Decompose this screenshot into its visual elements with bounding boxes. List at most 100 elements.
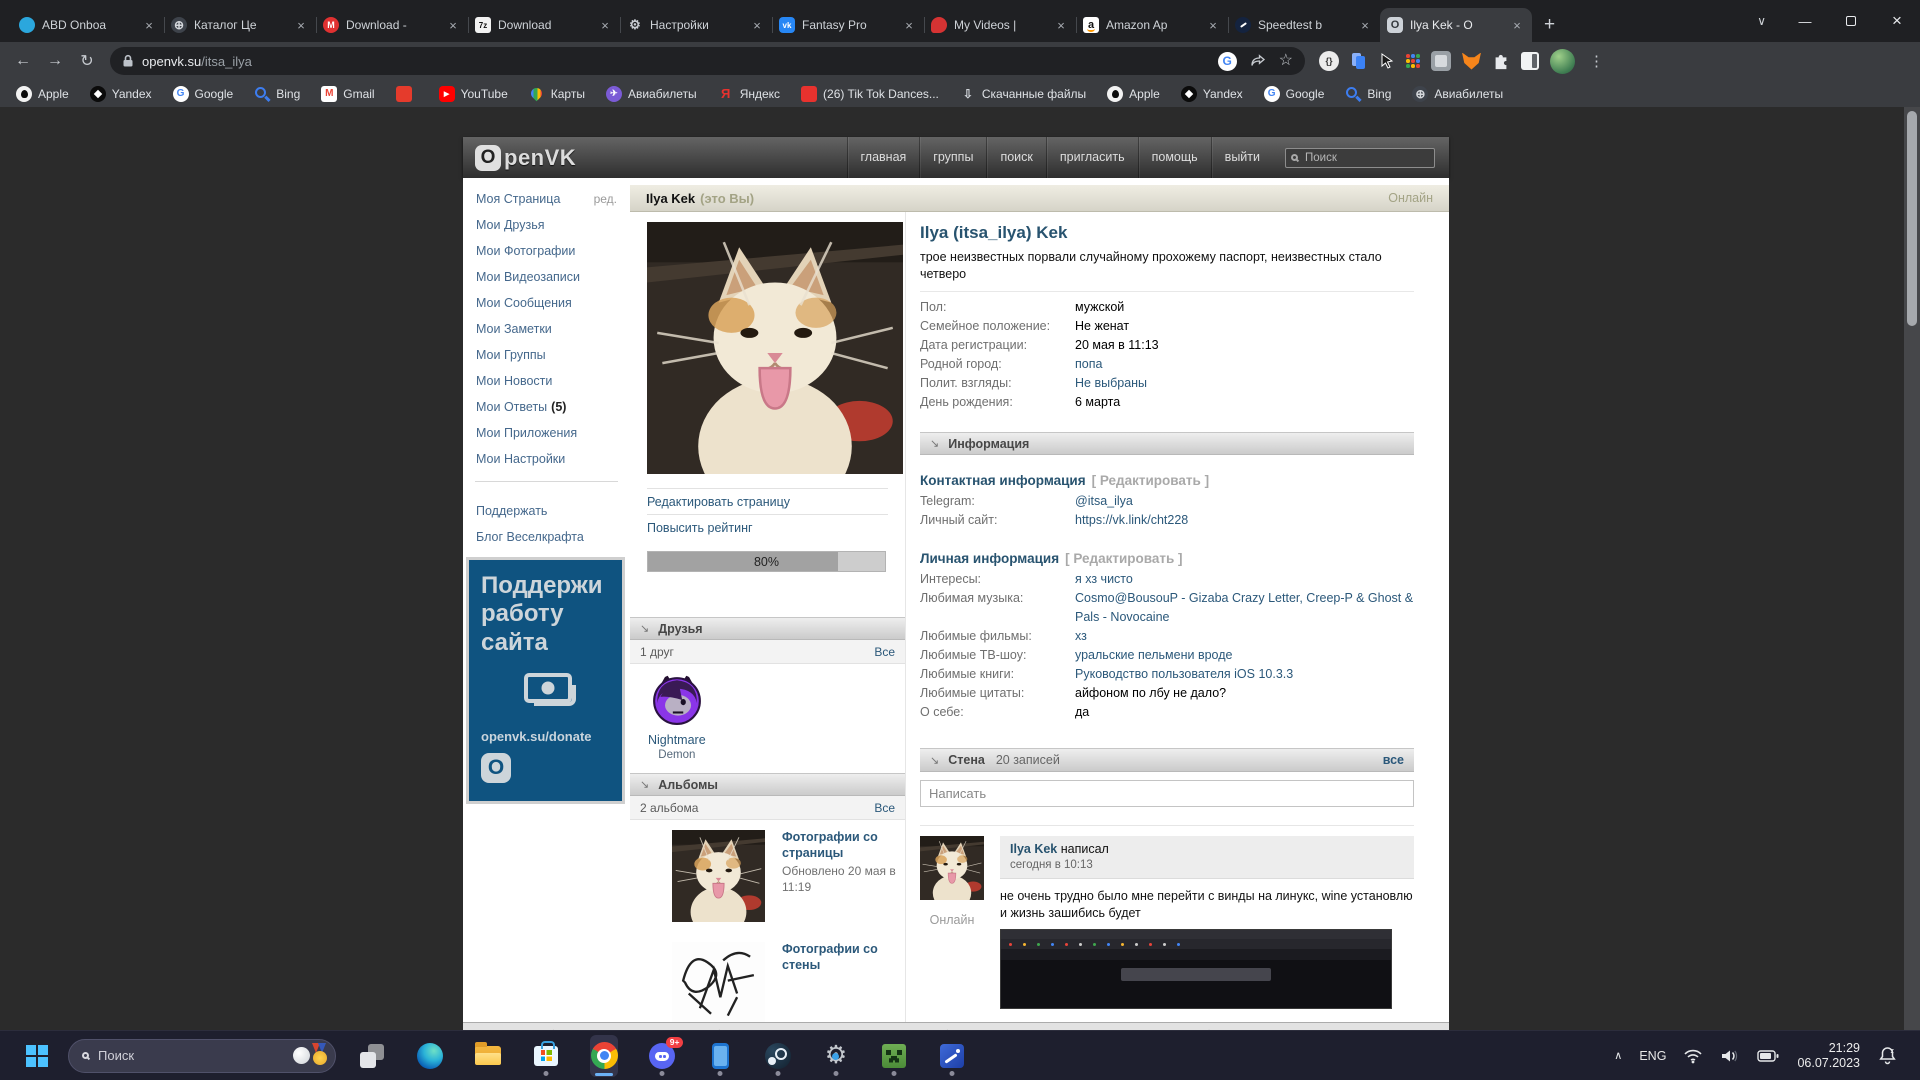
album-thumbnail[interactable] [672, 942, 765, 1030]
volume-icon[interactable] [1720, 1048, 1740, 1064]
browser-tab[interactable]: Настройки [620, 8, 772, 42]
tab-close-icon[interactable] [1053, 17, 1069, 33]
bookmark-item[interactable]: Яндекс [718, 86, 780, 102]
friend-name-link[interactable]: Nightmare [648, 733, 706, 747]
openvk-nav-item[interactable]: главная [847, 137, 920, 178]
bookmark-item[interactable]: Карты [529, 86, 585, 102]
sidebar-menu-item[interactable]: Мои Друзья [463, 212, 630, 238]
edit-page-link[interactable]: Редактировать страницу [647, 488, 888, 514]
tab-close-icon[interactable] [749, 17, 765, 33]
taskbar-clock[interactable]: 21:29 06.07.2023 [1797, 1041, 1860, 1071]
openvk-search-input[interactable] [1303, 151, 1429, 165]
bookmark-item[interactable]: Apple [16, 86, 69, 102]
sidebar-menu-item[interactable]: Мои Фотографии [463, 238, 630, 264]
sidebar-menu-item[interactable]: Мои Приложения [463, 420, 630, 446]
browser-tab[interactable]: Amazon Ap [1076, 8, 1228, 42]
album-thumbnail[interactable] [672, 830, 765, 922]
bookmark-item[interactable]: YouTube [439, 86, 508, 102]
phone-link-app-icon[interactable] [706, 1035, 734, 1077]
wifi-icon[interactable] [1683, 1048, 1703, 1064]
wall-composer-input[interactable] [920, 780, 1414, 807]
file-explorer-app-icon[interactable] [474, 1035, 502, 1077]
tab-close-icon[interactable] [1509, 17, 1525, 33]
close-button[interactable]: × [1874, 0, 1920, 42]
sidebar-item-note[interactable]: ред. [594, 186, 617, 212]
information-section-header[interactable]: ↘ Информация [920, 432, 1414, 455]
browser-tab[interactable]: Fantasy Pro [772, 8, 924, 42]
info-value[interactable]: хз [1075, 627, 1087, 646]
back-button[interactable]: ← [8, 46, 38, 76]
lock-icon[interactable] [122, 54, 134, 68]
openvk-nav-item[interactable]: пригласить [1046, 137, 1138, 178]
microsoft-store-app-icon[interactable] [532, 1035, 560, 1077]
albums-all-link[interactable]: Все [874, 801, 895, 815]
notification-bell-icon[interactable]: z [1877, 1046, 1898, 1066]
info-value[interactable]: https://vk.link/cht228 [1075, 511, 1188, 530]
bookmark-item[interactable]: Gmail [321, 86, 374, 102]
bookmark-star-icon[interactable]: ☆ [1279, 53, 1293, 69]
detail-value[interactable]: Не выбраны [1075, 374, 1147, 393]
detail-value[interactable]: попа [1075, 355, 1102, 374]
sidebar-menu-item[interactable]: Мои Настройки [463, 446, 630, 472]
edge-app-icon[interactable] [416, 1035, 444, 1077]
battery-icon[interactable] [1757, 1049, 1780, 1063]
openvk-nav-item[interactable]: помощь [1138, 137, 1211, 178]
browser-tab[interactable]: ABD Onboa [12, 8, 164, 42]
bookmark-item[interactable] [396, 86, 418, 102]
share-icon[interactable] [1249, 52, 1267, 70]
forward-button[interactable]: → [40, 46, 70, 76]
browser-tab[interactable]: Ilya Kek - O [1380, 8, 1532, 42]
bookmark-item[interactable]: Yandex [1181, 86, 1243, 102]
userscript-extension-icon[interactable] [1319, 51, 1339, 71]
bookmark-item[interactable]: Apple [1107, 86, 1160, 102]
side-panel-icon[interactable] [1521, 52, 1539, 70]
reload-button[interactable]: ↻ [72, 46, 102, 76]
minimize-button[interactable]: — [1782, 0, 1828, 42]
bookmark-item[interactable]: Bing [254, 86, 300, 102]
taskbar-search-box[interactable]: Поиск [68, 1039, 336, 1073]
post-attachment-image[interactable] [1000, 929, 1392, 1009]
google-icon[interactable]: G [1218, 52, 1237, 71]
bookmark-item[interactable]: Google [173, 86, 234, 102]
profile-photo[interactable] [647, 222, 903, 474]
profile-avatar[interactable] [1550, 49, 1575, 74]
bookmark-item[interactable]: Скачанные файлы [960, 86, 1086, 102]
browser-tab[interactable]: Speedtest b [1228, 8, 1380, 42]
openvk-nav-item[interactable]: поиск [986, 137, 1045, 178]
settings-app-icon[interactable] [822, 1035, 850, 1077]
tab-close-icon[interactable] [1205, 17, 1221, 33]
discord-app-icon[interactable]: 9+ [648, 1035, 676, 1077]
daily-highlight-icon[interactable] [293, 1042, 329, 1070]
url-text[interactable]: openvk.su/itsa_ilya [142, 54, 252, 69]
wall-section-header[interactable]: ↘ Стена 20 записей все [920, 748, 1414, 772]
openvk-nav-item[interactable]: группы [919, 137, 986, 178]
info-value[interactable]: Руководство пользователя iOS 10.3.3 [1075, 665, 1293, 684]
new-tab-button[interactable]: + [1532, 14, 1567, 42]
edit-contact-link[interactable]: [ Редактировать ] [1092, 473, 1209, 488]
sidebar-menu-item[interactable]: Мои Заметки [463, 316, 630, 342]
tab-close-icon[interactable] [597, 17, 613, 33]
pages-extension-icon[interactable] [1350, 52, 1368, 70]
sidebar-menu-item[interactable]: Моя Страница ред. [463, 186, 630, 212]
scrollbar[interactable] [1904, 107, 1920, 1030]
openvk-search-box[interactable] [1285, 148, 1435, 168]
address-bar[interactable]: openvk.su/itsa_ilya G ☆ [110, 47, 1305, 75]
extensions-puzzle-icon[interactable] [1492, 52, 1510, 70]
menu-kebab-icon[interactable] [1586, 52, 1607, 70]
friend-avatar[interactable] [651, 674, 703, 726]
sidebar-menu-item[interactable]: Мои Видеозаписи [463, 264, 630, 290]
info-value[interactable]: @itsa_ilya [1075, 492, 1133, 511]
bookmark-item[interactable]: Yandex [90, 86, 152, 102]
tab-close-icon[interactable] [901, 17, 917, 33]
browser-tab[interactable]: Download - [316, 8, 468, 42]
openvk-nav-item[interactable]: выйти [1211, 137, 1273, 178]
donate-banner[interactable]: Поддержи работу сайта openvk.su/donate O [466, 557, 625, 804]
post-author-avatar[interactable] [920, 836, 984, 900]
album-title-link[interactable]: Фотографии со страницы [782, 830, 878, 860]
sidebar-menu-item[interactable]: Мои Ответы (5) [463, 394, 630, 420]
minecraft-app-icon[interactable] [880, 1035, 908, 1077]
sidebar-menu-item[interactable]: Мои Новости [463, 368, 630, 394]
tab-close-icon[interactable] [445, 17, 461, 33]
info-value[interactable]: уральские пельмени вроде [1075, 646, 1232, 665]
cursor-extension-icon[interactable] [1379, 53, 1395, 69]
